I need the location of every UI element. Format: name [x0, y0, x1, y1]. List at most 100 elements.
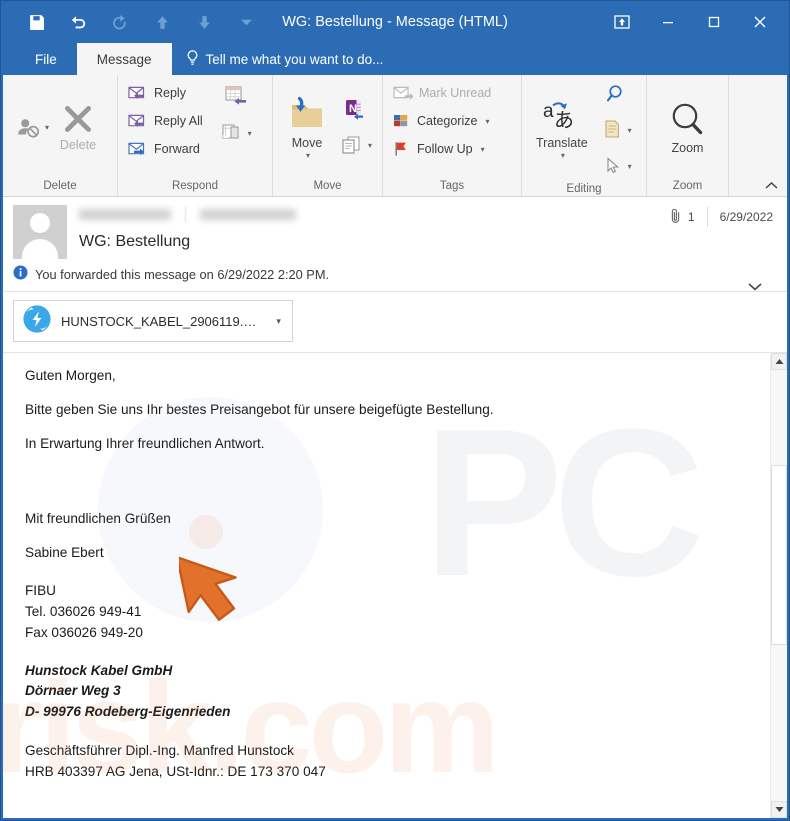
- info-icon: [13, 265, 28, 283]
- avatar: [13, 205, 67, 259]
- signature-company-block: Hunstock Kabel GmbH Dörnaer Weg 3 D- 999…: [25, 661, 752, 722]
- signature-legal-block: Geschäftsführer Dipl.-Ing. Manfred Hunst…: [25, 740, 752, 782]
- ribbon-group-tags-label: Tags: [439, 180, 465, 192]
- ribbon-filler: [729, 75, 787, 196]
- svg-text:N: N: [349, 103, 357, 115]
- tab-file[interactable]: File: [15, 43, 77, 75]
- translate-button-label: Translate: [536, 136, 588, 150]
- mark-unread-icon: [392, 84, 413, 102]
- next-item-icon[interactable]: [183, 5, 225, 39]
- ribbon-group-zoom-label: Zoom: [672, 180, 703, 192]
- attachment-count-group: 1: [670, 207, 695, 227]
- reply-icon: [127, 84, 148, 102]
- header-divider: [185, 206, 186, 222]
- actions-caret-icon[interactable]: ▾: [368, 141, 372, 150]
- iso-disc-image-icon: [22, 304, 52, 339]
- paperclip-icon: [670, 207, 682, 227]
- meeting-button[interactable]: [219, 82, 253, 112]
- maximize-icon[interactable]: [691, 6, 737, 38]
- categorize-button[interactable]: Categorize ▾: [389, 108, 497, 134]
- meta-divider: [706, 207, 708, 227]
- scrollbar-thumb[interactable]: [771, 465, 787, 645]
- attachment-chip[interactable]: HUNSTOCK_KABEL_2906119.iso ▾: [13, 300, 293, 342]
- quick-access-toolbar: [1, 5, 267, 39]
- delete-button[interactable]: Delete: [51, 98, 105, 156]
- mark-unread-button[interactable]: Mark Unread: [389, 80, 497, 106]
- select-button[interactable]: ▾: [600, 151, 634, 181]
- junk-caret-icon[interactable]: ▾: [45, 123, 49, 132]
- attachment-bar: HUNSTOCK_KABEL_2906119.iso ▾: [3, 291, 787, 352]
- categorize-button-label: Categorize: [417, 114, 478, 128]
- reply-button[interactable]: Reply: [124, 80, 209, 106]
- ribbon-tab-strip: File Message Tell me what you want to do…: [1, 43, 789, 75]
- zoom-button-label: Zoom: [671, 140, 704, 155]
- forward-button[interactable]: Forward: [124, 136, 209, 162]
- follow-up-button[interactable]: Follow Up ▾: [389, 136, 497, 162]
- body-sender-name: Sabine Ebert: [25, 544, 104, 560]
- ribbon: ▾ Delete Delete Reply Reply All Forward …: [3, 75, 787, 197]
- zoom-button[interactable]: Zoom: [659, 97, 717, 159]
- signature-company: Hunstock Kabel GmbH: [25, 662, 173, 678]
- ribbon-group-respond: Reply Reply All Forward ▾ Respond: [118, 75, 273, 196]
- previous-item-icon[interactable]: [141, 5, 183, 39]
- lightbulb-icon: [186, 49, 199, 69]
- reply-all-icon: [127, 112, 148, 130]
- signature-street: Dörnaer Weg 3: [25, 683, 121, 699]
- svg-text:a: a: [543, 101, 554, 122]
- attachment-filename: HUNSTOCK_KABEL_2906119.iso: [61, 313, 260, 329]
- message-subject: WG: Bestellung: [79, 233, 191, 250]
- save-icon[interactable]: [15, 5, 57, 39]
- categorize-caret-icon[interactable]: ▾: [485, 117, 489, 126]
- tell-me-box[interactable]: Tell me what you want to do...: [172, 43, 398, 75]
- recipient-name-redacted: [200, 208, 296, 220]
- ribbon-display-options-icon[interactable]: [599, 6, 645, 38]
- categorize-icon: [392, 112, 411, 130]
- undo-icon[interactable]: [57, 5, 99, 39]
- move-secondary-buttons: N ▾: [335, 95, 377, 161]
- reading-pane: PC risk.com WG: Bestellung 1 6/29/2022 Y…: [3, 197, 787, 818]
- select-caret-icon[interactable]: ▾: [628, 162, 632, 171]
- related-caret-icon[interactable]: ▾: [628, 126, 632, 135]
- message-header: WG: Bestellung 1 6/29/2022: [3, 197, 787, 259]
- related-button[interactable]: ▾: [600, 115, 634, 145]
- move-caret-icon[interactable]: ▾: [306, 151, 310, 160]
- scroll-up-button[interactable]: [771, 353, 787, 370]
- follow-up-button-label: Follow Up: [417, 142, 473, 156]
- tags-buttons: Mark Unread Categorize ▾ Follow Up ▾: [389, 80, 497, 162]
- close-icon[interactable]: [737, 6, 783, 38]
- window-controls: [599, 6, 789, 38]
- reply-all-button[interactable]: Reply All: [124, 108, 209, 134]
- more-respond-button[interactable]: ▾: [219, 118, 253, 148]
- tab-message[interactable]: Message: [76, 43, 172, 75]
- message-date: 6/29/2022: [719, 210, 773, 224]
- reply-button-label: Reply: [154, 86, 186, 100]
- move-button[interactable]: Move ▾: [279, 92, 335, 164]
- more-respond-caret-icon[interactable]: ▾: [248, 129, 252, 138]
- translate-caret-icon[interactable]: ▾: [561, 151, 565, 160]
- message-body[interactable]: Guten Morgen, Bitte geben Sie uns Ihr be…: [3, 353, 770, 818]
- scroll-down-button[interactable]: [771, 801, 787, 818]
- redo-icon[interactable]: [99, 5, 141, 39]
- signature-city: D- 99976 Rodeberg-Eigenrieden: [25, 703, 231, 719]
- signature-registry: HRB 403397 AG Jena, USt-Idnr.: DE 173 37…: [25, 764, 326, 780]
- collapse-ribbon-icon[interactable]: [764, 180, 779, 194]
- translate-button[interactable]: a あ Translate ▾: [528, 96, 596, 164]
- expand-header-chevron-icon[interactable]: [747, 280, 763, 295]
- minimize-icon[interactable]: [645, 6, 691, 38]
- find-button[interactable]: [600, 79, 634, 109]
- flag-icon: [392, 140, 411, 158]
- scrollbar-track[interactable]: [771, 370, 787, 801]
- body-greeting: Guten Morgen,: [25, 368, 116, 383]
- customize-quick-access-toolbar-icon[interactable]: [225, 5, 267, 39]
- signature-contact-block: FIBU Tel. 036026 949-41 Fax 036026 949-2…: [25, 580, 752, 643]
- attachment-dropdown-caret-icon[interactable]: ▾: [268, 316, 288, 327]
- forward-icon: [127, 140, 148, 158]
- follow-up-caret-icon[interactable]: ▾: [481, 145, 485, 154]
- forwarded-info-text: You forwarded this message on 6/29/2022 …: [35, 266, 330, 282]
- body-scrollbar[interactable]: [770, 353, 787, 818]
- ribbon-group-editing-label: Editing: [566, 182, 602, 195]
- junk-button[interactable]: ▾: [15, 97, 49, 157]
- actions-button[interactable]: ▾: [339, 131, 373, 161]
- reply-all-button-label: Reply All: [154, 114, 203, 128]
- onenote-button[interactable]: N: [339, 95, 373, 125]
